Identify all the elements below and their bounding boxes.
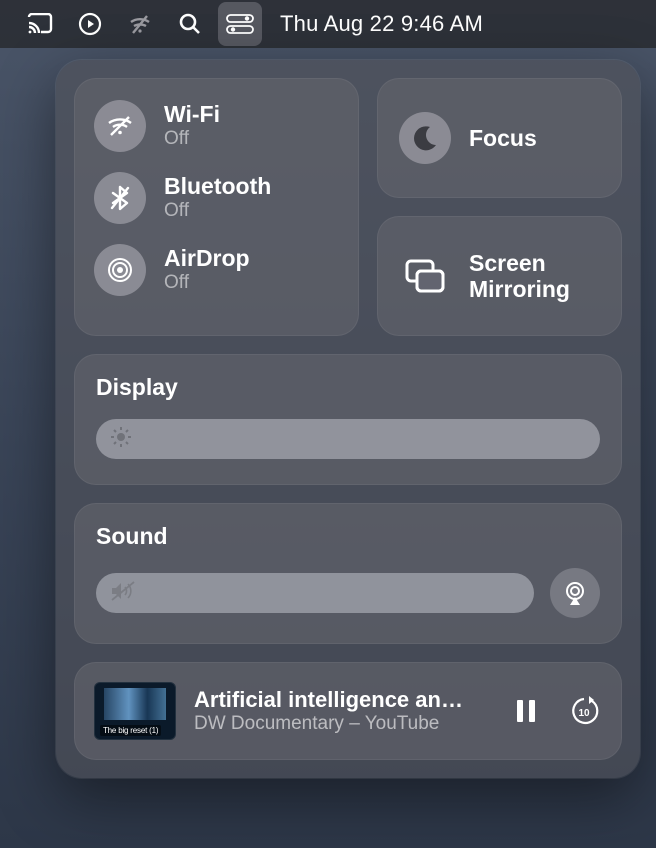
airdrop-icon [94,244,146,296]
sound-tile: Sound [74,503,622,644]
wifi-label: Wi-Fi [164,101,220,127]
wifi-status: Off [164,128,220,151]
display-label: Display [96,374,600,401]
now-playing-subtitle: DW Documentary – YouTube [194,713,490,735]
wifi-off-menu-icon[interactable] [118,2,162,46]
bluetooth-off-icon [94,172,146,224]
bluetooth-toggle[interactable]: Bluetooth Off [94,172,339,224]
now-playing-controls: 10 [508,693,602,729]
now-playing-thumb-caption: The big reset (1) [100,725,161,736]
spotlight-search-icon[interactable] [168,2,212,46]
cast-icon[interactable] [18,2,62,46]
skip-forward-10-button[interactable]: 10 [566,693,602,729]
airdrop-toggle[interactable]: AirDrop Off [94,244,339,296]
now-playing-title: Artificial intelligence an… [194,687,490,713]
now-playing-menu-icon[interactable] [68,2,112,46]
svg-text:10: 10 [578,708,590,719]
now-playing-tile[interactable]: The big reset (1) Artificial intelligenc… [74,662,622,760]
control-center-panel: Wi-Fi Off Bluetooth Off [56,60,640,778]
bluetooth-label: Bluetooth [164,173,271,199]
focus-label: Focus [469,125,537,151]
bluetooth-status: Off [164,200,271,223]
volume-slider[interactable] [96,573,534,613]
screen-mirroring-tile[interactable]: Screen Mirroring [377,216,622,336]
brightness-icon [110,426,132,453]
connectivity-tile: Wi-Fi Off Bluetooth Off [74,78,359,336]
wifi-toggle[interactable]: Wi-Fi Off [94,100,339,152]
sound-label: Sound [96,523,600,550]
control-center-icon[interactable] [218,2,262,46]
menu-bar-datetime[interactable]: Thu Aug 22 9:46 AM [280,11,483,37]
focus-tile[interactable]: Focus [377,78,622,198]
moon-icon [399,112,451,164]
airdrop-label: AirDrop [164,245,250,271]
menu-bar: Thu Aug 22 9:46 AM [0,0,656,48]
airplay-audio-button[interactable] [550,568,600,618]
display-tile: Display [74,354,622,485]
airdrop-status: Off [164,272,250,295]
screen-mirroring-label-1: Screen [469,250,570,276]
pause-button[interactable] [508,693,544,729]
volume-mute-icon [110,580,136,607]
screen-mirroring-icon [399,258,451,294]
now-playing-thumbnail: The big reset (1) [94,682,176,740]
wifi-off-icon [94,100,146,152]
brightness-slider[interactable] [96,419,600,459]
screen-mirroring-label-2: Mirroring [469,276,570,302]
